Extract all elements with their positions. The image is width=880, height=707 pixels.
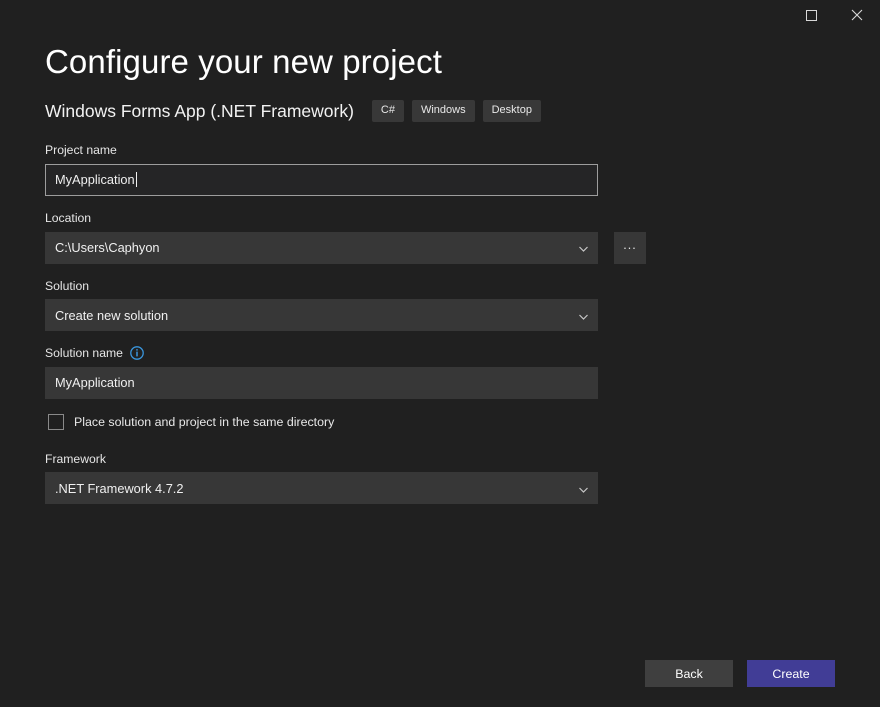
solution-name-label: Solution name	[45, 346, 835, 361]
location-field: Location C:\Users\Caphyon ...	[45, 211, 835, 264]
solution-value: Create new solution	[55, 307, 169, 323]
framework-label: Framework	[45, 451, 106, 466]
template-name: Windows Forms App (.NET Framework)	[45, 100, 354, 121]
maximize-icon	[805, 9, 817, 21]
solution-name-value: MyApplication	[55, 375, 135, 391]
framework-value: .NET Framework 4.7.2	[55, 480, 184, 496]
browse-location-button[interactable]: ...	[614, 231, 646, 264]
title-bar	[0, 0, 880, 30]
solution-name-label-text: Solution name	[45, 346, 123, 361]
solution-name-input[interactable]: MyApplication	[45, 366, 598, 399]
solution-label: Solution	[45, 278, 90, 293]
tag-platform: Windows	[411, 100, 475, 123]
project-config-form: Project name MyApplication Location C:\U…	[45, 143, 835, 505]
template-tags: C# Windows Desktop	[371, 100, 541, 123]
info-icon[interactable]	[130, 346, 144, 361]
create-button[interactable]: Create	[747, 660, 835, 687]
location-label: Location	[45, 210, 92, 225]
template-summary: Windows Forms App (.NET Framework) C# Wi…	[45, 99, 835, 123]
location-row: C:\Users\Caphyon ...	[45, 231, 835, 264]
close-button[interactable]	[834, 0, 880, 30]
tag-language: C#	[371, 100, 404, 123]
maximize-button[interactable]	[788, 0, 834, 30]
chevron-down-icon	[579, 308, 588, 323]
same-directory-checkbox[interactable]	[48, 413, 64, 430]
chevron-down-icon	[579, 240, 588, 255]
text-caret	[135, 172, 137, 188]
project-name-input[interactable]: MyApplication	[45, 163, 598, 196]
same-directory-label: Place solution and project in the same d…	[74, 414, 335, 429]
solution-combobox[interactable]: Create new solution	[45, 299, 598, 332]
dialog-content: Configure your new project Windows Forms…	[0, 30, 880, 707]
framework-combobox[interactable]: .NET Framework 4.7.2	[45, 472, 598, 505]
project-name-value: MyApplication	[55, 172, 135, 188]
chevron-down-icon	[579, 481, 588, 496]
solution-name-field: Solution name MyApplication	[45, 346, 835, 399]
framework-field: Framework .NET Framework 4.7.2	[45, 452, 835, 505]
back-button[interactable]: Back	[645, 660, 733, 687]
project-name-label: Project name	[45, 143, 117, 158]
location-value: C:\Users\Caphyon	[55, 240, 160, 256]
solution-field: Solution Create new solution	[45, 279, 835, 332]
page-title: Configure your new project	[45, 43, 442, 80]
dialog-actions: Back Create	[645, 660, 835, 687]
project-name-field: Project name MyApplication	[45, 143, 835, 196]
tag-project-type: Desktop	[482, 100, 541, 123]
location-combobox[interactable]: C:\Users\Caphyon	[45, 231, 598, 264]
same-directory-row[interactable]: Place solution and project in the same d…	[48, 413, 835, 430]
close-icon	[851, 9, 863, 21]
